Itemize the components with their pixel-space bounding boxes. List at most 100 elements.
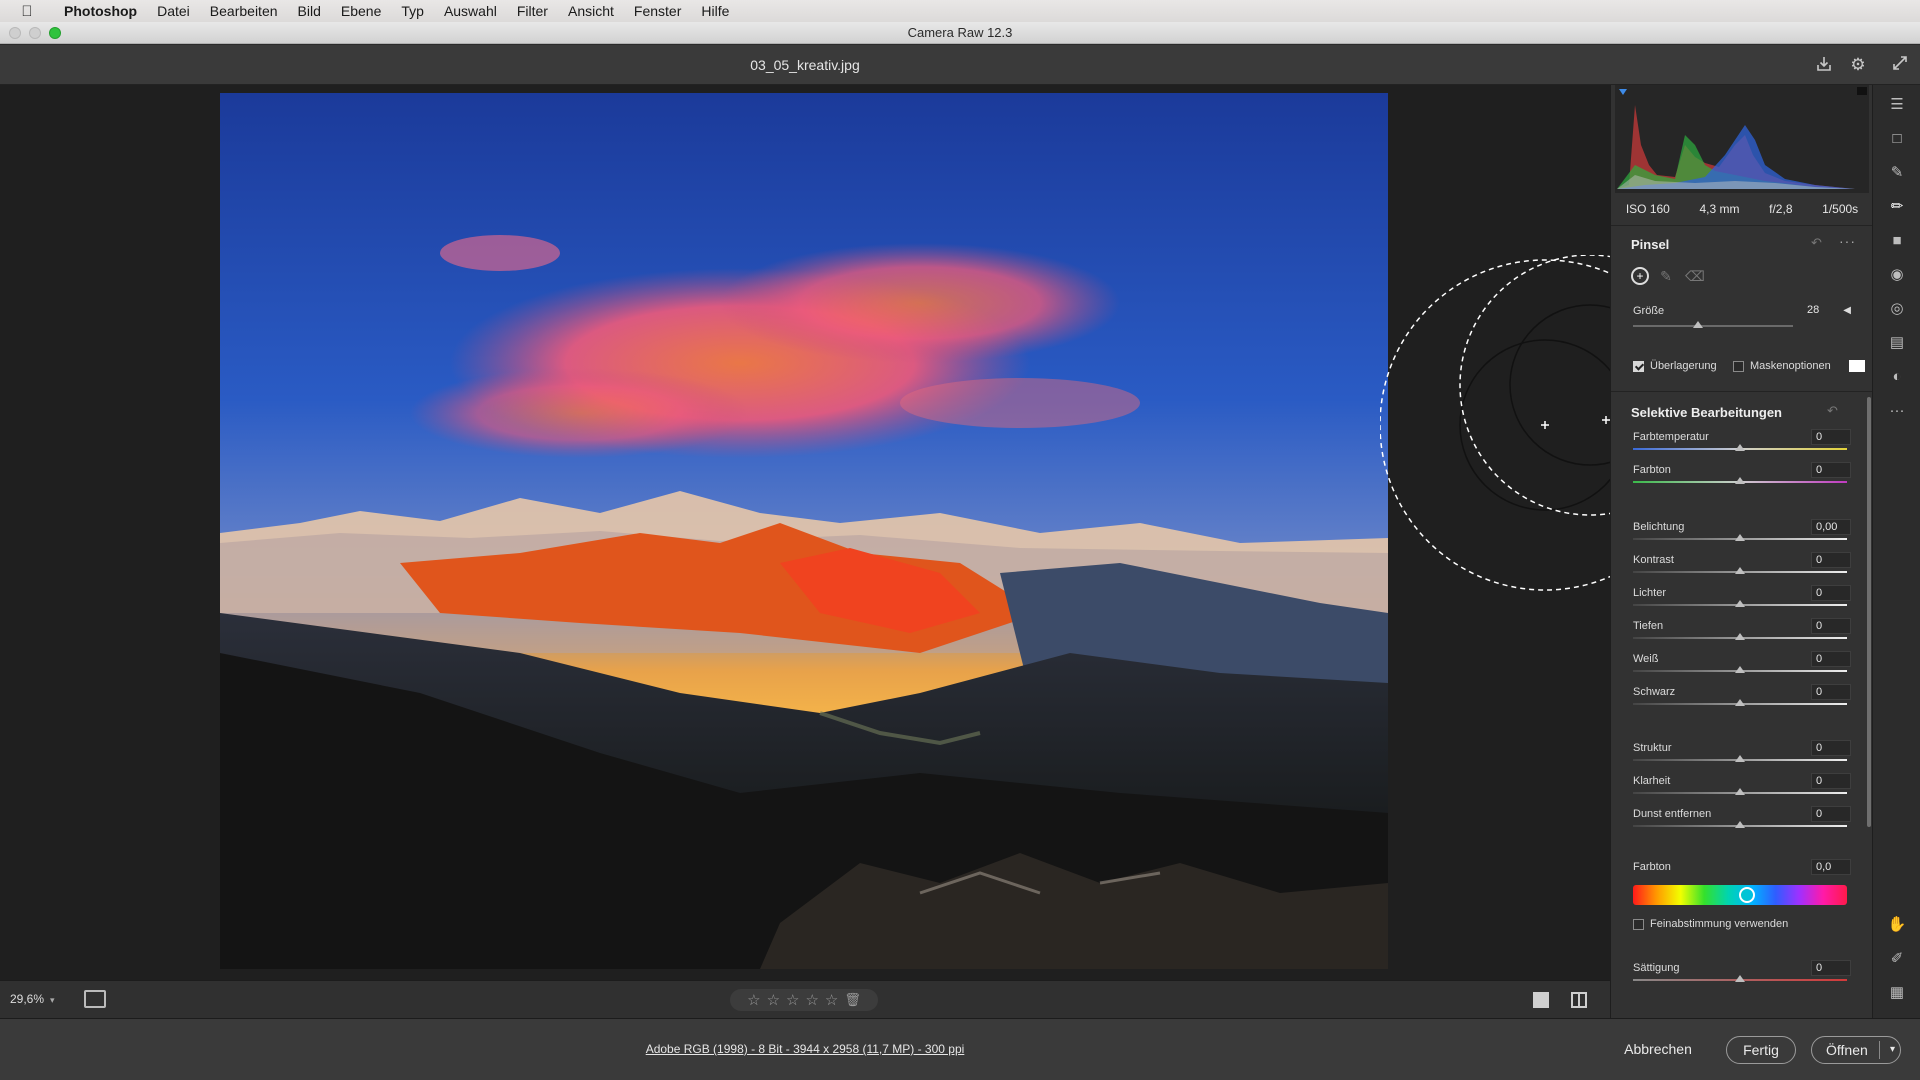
tint-slider[interactable]: Farbton 0 <box>1633 462 1851 494</box>
slider-value[interactable]: 0 <box>1811 773 1851 789</box>
color-sampler-icon[interactable]: ✐ <box>1887 949 1907 969</box>
slider-thumb[interactable] <box>1735 755 1745 762</box>
slider-thumb[interactable] <box>1735 788 1745 795</box>
menu-ansicht[interactable]: Ansicht <box>558 3 624 19</box>
presets-icon[interactable]: ◐ <box>1887 367 1907 387</box>
slider-value[interactable]: 0 <box>1811 585 1851 601</box>
hand-icon[interactable]: ✋ <box>1887 915 1907 935</box>
slider-value[interactable]: 0 <box>1811 651 1851 667</box>
slider-value[interactable]: 0 <box>1811 806 1851 822</box>
fullscreen-icon[interactable] <box>1890 55 1910 75</box>
image-canvas[interactable] <box>0 85 1610 980</box>
red-eye-icon[interactable]: ◎ <box>1887 299 1907 319</box>
color-temperature-slider[interactable]: Farbtemperatur 0 <box>1633 429 1851 461</box>
exposure-slider[interactable]: Belichtung 0,00 <box>1633 519 1851 551</box>
slider-value[interactable]: 0,00 <box>1811 519 1851 535</box>
graduated-filter-icon[interactable]: ■ <box>1887 231 1907 251</box>
photo-preview[interactable] <box>220 93 1388 969</box>
slider-thumb[interactable] <box>1735 477 1745 484</box>
size-value[interactable]: 28 <box>1803 303 1837 319</box>
dehaze-slider[interactable]: Dunst entfernen 0 <box>1633 806 1851 838</box>
single-view-icon[interactable] <box>1533 992 1549 1008</box>
checkbox-icon[interactable] <box>1733 360 1744 372</box>
highlights-slider[interactable]: Lichter 0 <box>1633 585 1851 617</box>
slider-thumb[interactable] <box>1735 821 1745 828</box>
apple-icon[interactable]:  <box>0 3 54 20</box>
reset-icon[interactable]: ↶ <box>1811 235 1822 251</box>
slider-value[interactable]: 0 <box>1811 429 1851 445</box>
shadows-slider[interactable]: Tiefen 0 <box>1633 618 1851 650</box>
slider-value[interactable]: 0 <box>1811 684 1851 700</box>
menu-typ[interactable]: Typ <box>391 3 434 19</box>
texture-slider[interactable]: Struktur 0 <box>1633 740 1851 772</box>
menu-ebene[interactable]: Ebene <box>331 3 391 19</box>
menu-bearbeiten[interactable]: Bearbeiten <box>200 3 288 19</box>
trash-icon[interactable]: 🗑 <box>844 992 861 1008</box>
done-button[interactable]: Fertig <box>1726 1036 1796 1064</box>
star-icon[interactable]: ☆ <box>767 991 780 1009</box>
checkbox-icon[interactable] <box>1633 360 1644 372</box>
hue-slider[interactable] <box>1633 885 1847 905</box>
triangle-left-icon[interactable]: ◀ <box>1843 305 1851 316</box>
clarity-slider[interactable]: Klarheit 0 <box>1633 773 1851 805</box>
reset-icon[interactable]: ↶ <box>1827 403 1838 419</box>
brush-icon[interactable]: ✎ <box>1657 267 1675 285</box>
open-button[interactable]: Öffnen ▾ <box>1811 1036 1901 1064</box>
star-icon[interactable]: ☆ <box>805 991 818 1009</box>
mask-options-checkbox[interactable]: Maskenoptionen <box>1733 360 1865 372</box>
star-icon[interactable]: ☆ <box>825 991 838 1009</box>
slider-thumb[interactable] <box>1735 699 1745 706</box>
blacks-slider[interactable]: Schwarz 0 <box>1633 684 1851 716</box>
slider-value[interactable]: 0 <box>1811 552 1851 568</box>
filmstrip-toggle-icon[interactable] <box>84 990 106 1008</box>
chevron-down-icon[interactable]: ▾ <box>1890 1037 1895 1063</box>
healing-brush-icon[interactable]: ✎ <box>1887 163 1907 183</box>
star-icon[interactable]: ☆ <box>747 991 760 1009</box>
slider-thumb[interactable] <box>1735 534 1745 541</box>
cancel-button[interactable]: Abbrechen <box>1612 1036 1704 1064</box>
menu-fenster[interactable]: Fenster <box>624 3 691 19</box>
adjustment-brush-icon[interactable]: ✏ <box>1887 197 1907 217</box>
panel-scrollbar[interactable] <box>1867 397 1871 827</box>
mask-color-swatch[interactable] <box>1848 360 1865 372</box>
eraser-icon[interactable]: ⌫ <box>1685 267 1705 285</box>
menu-filter[interactable]: Filter <box>507 3 558 19</box>
hue-value[interactable]: 0,0 <box>1811 859 1851 875</box>
menu-datei[interactable]: Datei <box>147 3 200 19</box>
slider-thumb[interactable] <box>1693 321 1703 328</box>
slider-value[interactable]: 0 <box>1811 740 1851 756</box>
fine-tune-checkbox[interactable]: Feinabstimmung verwenden <box>1633 918 1788 930</box>
menu-hilfe[interactable]: Hilfe <box>691 3 739 19</box>
star-icon[interactable]: ☆ <box>786 991 799 1009</box>
slider-thumb[interactable] <box>1735 567 1745 574</box>
whites-slider[interactable]: Weiß 0 <box>1633 651 1851 683</box>
hue-value-row[interactable]: Farbton 0,0 <box>1633 859 1851 879</box>
snapshots-icon[interactable]: ▤ <box>1887 333 1907 353</box>
save-icon[interactable] <box>1814 55 1834 75</box>
slider-thumb[interactable] <box>1735 444 1745 451</box>
radial-filter-icon[interactable]: ◉ <box>1887 265 1907 285</box>
slider-thumb[interactable] <box>1735 975 1745 982</box>
menu-photoshop[interactable]: Photoshop <box>54 3 147 19</box>
before-after-view-icon[interactable] <box>1571 992 1587 1008</box>
grid-icon[interactable]: ▦ <box>1887 983 1907 1003</box>
star-rating[interactable]: ☆ ☆ ☆ ☆ ☆ 🗑 <box>730 989 878 1011</box>
slider-value[interactable]: 0 <box>1811 618 1851 634</box>
saturation-value[interactable]: 0 <box>1811 960 1851 976</box>
slider-thumb[interactable] <box>1735 600 1745 607</box>
overlay-checkbox[interactable]: Überlagerung <box>1633 360 1717 372</box>
edit-sliders-icon[interactable]: ☰ <box>1887 95 1907 115</box>
hue-knob[interactable] <box>1739 887 1755 903</box>
menu-bild[interactable]: Bild <box>288 3 331 19</box>
size-slider[interactable]: Größe 28 ◀ <box>1633 303 1851 335</box>
zoom-menu[interactable]: 29,6% ▾ <box>10 992 55 1006</box>
checkbox-icon[interactable] <box>1633 918 1644 930</box>
slider-thumb[interactable] <box>1735 666 1745 673</box>
gear-icon[interactable]: ⚙ <box>1848 55 1868 75</box>
saturation-slider[interactable]: Sättigung 0 <box>1633 960 1851 992</box>
contrast-slider[interactable]: Kontrast 0 <box>1633 552 1851 584</box>
more-tools-icon[interactable]: ··· <box>1887 401 1907 421</box>
slider-value[interactable]: 0 <box>1811 462 1851 478</box>
add-brush-icon[interactable]: + <box>1631 267 1649 285</box>
more-options-icon[interactable]: ··· <box>1839 233 1856 249</box>
